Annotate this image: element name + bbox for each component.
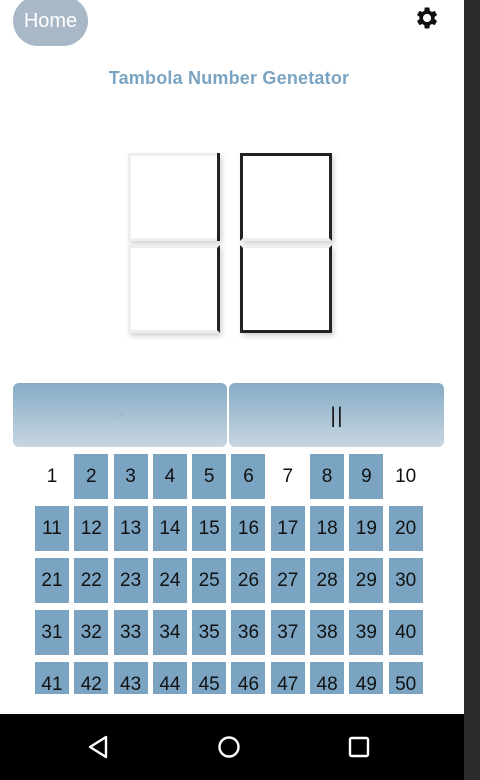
digit-1-lower-segments: [128, 245, 220, 333]
number-cell[interactable]: 45: [192, 662, 227, 694]
number-cell[interactable]: 46: [231, 662, 266, 694]
number-cell[interactable]: 49: [349, 662, 384, 694]
number-cell[interactable]: 40: [388, 610, 423, 655]
number-cell[interactable]: 31: [35, 610, 69, 655]
number-cell[interactable]: 36: [231, 610, 266, 655]
triangle-back-icon[interactable]: [84, 734, 114, 760]
digit-1-right-segment: [128, 153, 220, 241]
gear-icon[interactable]: [411, 4, 441, 32]
number-cell[interactable]: 32: [74, 610, 109, 655]
number-cell[interactable]: 9: [349, 454, 384, 499]
number-grid: 1 2 3 4 5 6 7 8 9 10 11 12 13 14 15 16 17 18 19 20 21 22 23 24 2…: [35, 454, 425, 694]
number-cell[interactable]: 17: [270, 506, 305, 551]
number-cell[interactable]: 15: [192, 506, 227, 551]
number-cell[interactable]: 4: [152, 454, 187, 499]
next-number-button[interactable]: >: [13, 383, 227, 447]
number-cell[interactable]: 19: [349, 506, 384, 551]
number-cell[interactable]: 5: [192, 454, 227, 499]
number-cell[interactable]: 20: [388, 506, 423, 551]
number-cell[interactable]: 37: [270, 610, 305, 655]
number-cell[interactable]: 38: [310, 610, 345, 655]
pause-button[interactable]: ||: [229, 383, 444, 447]
number-cell[interactable]: 6: [231, 454, 266, 499]
number-cell[interactable]: 47: [270, 662, 305, 694]
number-cell[interactable]: 29: [349, 558, 384, 603]
number-cell[interactable]: 2: [74, 454, 109, 499]
number-cell[interactable]: 23: [113, 558, 148, 603]
number-cell[interactable]: 34: [152, 610, 187, 655]
digit-2-lower-segments: [240, 245, 332, 333]
number-cell[interactable]: 14: [152, 506, 187, 551]
circle-home-icon[interactable]: [214, 734, 244, 760]
number-cell[interactable]: 8: [310, 454, 345, 499]
number-cell[interactable]: 39: [349, 610, 384, 655]
number-cell[interactable]: 11: [35, 506, 69, 551]
number-cell[interactable]: 25: [192, 558, 227, 603]
digit-2-upper-segments: [240, 153, 332, 241]
number-cell[interactable]: 18: [310, 506, 345, 551]
number-board: 1 2 3 4 5 6 7 8 9 10 11 12 13 14 15 16 17 18 19 20 21 22 23 24 2…: [0, 454, 464, 694]
number-cell[interactable]: 21: [35, 558, 69, 603]
number-cell[interactable]: 12: [74, 506, 109, 551]
number-cell[interactable]: 3: [113, 454, 148, 499]
number-cell[interactable]: 16: [231, 506, 266, 551]
number-cell[interactable]: 48: [310, 662, 345, 694]
home-button[interactable]: Home: [13, 0, 88, 46]
number-cell[interactable]: 50: [388, 662, 423, 694]
number-cell[interactable]: 10: [389, 454, 423, 499]
page-title: Tambola Number Genetator: [108, 68, 350, 88]
number-cell[interactable]: 26: [231, 558, 266, 603]
number-cell[interactable]: 27: [270, 558, 305, 603]
number-cell[interactable]: 42: [74, 662, 109, 694]
system-nav-bar: [0, 714, 464, 780]
number-cell[interactable]: 28: [310, 558, 345, 603]
screen-edge: [464, 0, 480, 780]
number-cell[interactable]: 24: [152, 558, 187, 603]
number-cell[interactable]: 30: [388, 558, 423, 603]
number-cell[interactable]: 1: [35, 454, 69, 499]
number-cell[interactable]: 35: [192, 610, 227, 655]
number-cell[interactable]: 43: [113, 662, 148, 694]
number-cell[interactable]: 22: [74, 558, 109, 603]
number-cell[interactable]: 7: [271, 454, 305, 499]
number-cell[interactable]: 13: [113, 506, 148, 551]
number-cell[interactable]: 44: [152, 662, 187, 694]
square-recents-icon[interactable]: [344, 734, 374, 760]
number-cell[interactable]: 41: [35, 662, 69, 694]
app-screen: Home Tambola Number Genetator > || 12345…: [0, 0, 464, 714]
number-cell[interactable]: 33: [113, 610, 148, 655]
